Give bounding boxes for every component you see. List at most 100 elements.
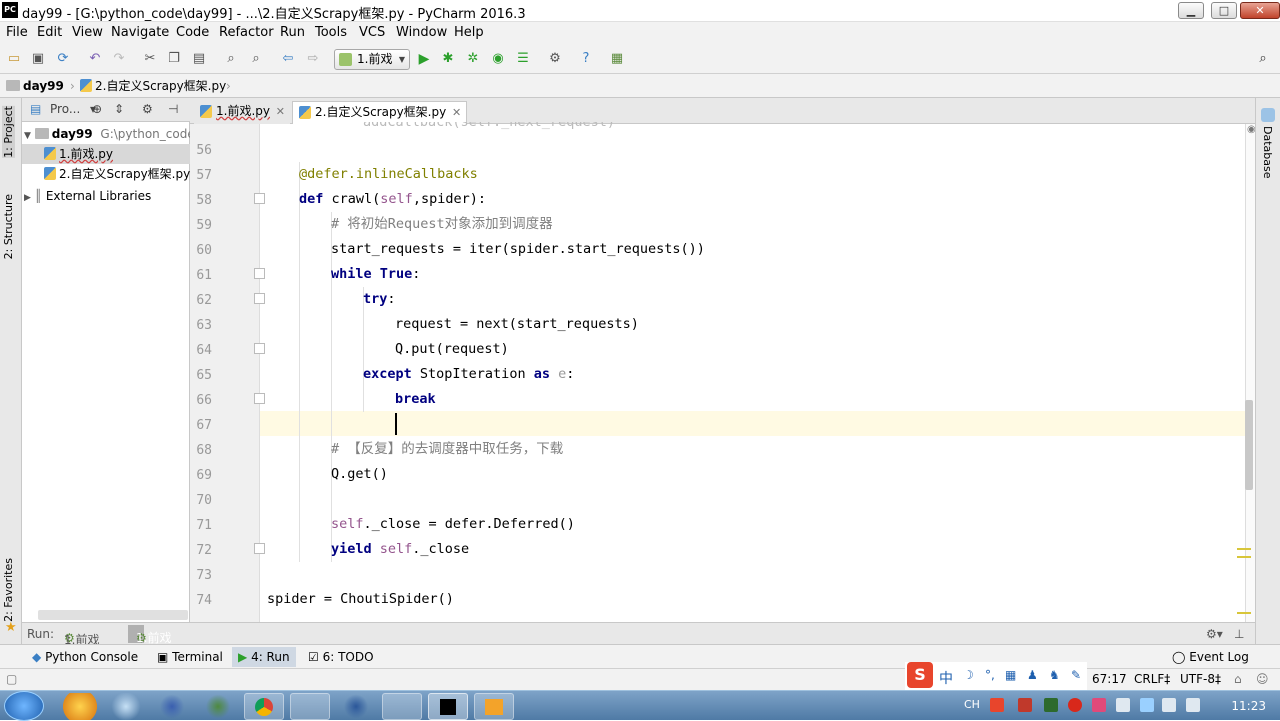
punct-icon[interactable]: °, [985, 668, 995, 682]
breadcrumb-project[interactable]: day99 [6, 78, 64, 96]
menu-tools[interactable]: Tools [315, 25, 347, 40]
project-tool-tab[interactable]: 1: Project [2, 106, 15, 158]
menu-refactor[interactable]: Refactor [219, 25, 274, 40]
plugin-icon[interactable]: ▦ [609, 51, 625, 67]
code-line-62[interactable]: try: [363, 287, 396, 312]
code-line-61[interactable]: while True: [331, 262, 420, 287]
code-line-65[interactable]: except StopIteration as e: [363, 362, 574, 387]
code-line-68[interactable]: # 【反复】的去调度器中取任务，下载 [331, 437, 563, 462]
tray-icon[interactable] [1092, 698, 1106, 712]
sogou-ime-icon[interactable]: S [907, 662, 933, 688]
terminal-tab[interactable]: ▣ Terminal [157, 649, 223, 667]
tray-icon[interactable] [1044, 698, 1058, 712]
warning-marker[interactable] [1237, 612, 1251, 614]
hide-panel-icon[interactable]: ⊥ [1234, 627, 1244, 641]
settings-icon[interactable]: ⚙ [547, 51, 563, 67]
layout-icon[interactable]: ▢ [6, 672, 17, 686]
undo-icon[interactable]: ↶ [87, 51, 103, 67]
tree-file-2[interactable]: 2.自定义Scrapy框架.py [22, 164, 190, 184]
maximize-button[interactable]: □ [1211, 2, 1237, 19]
close-tab-icon[interactable]: ✕ [452, 102, 461, 123]
tray-icon[interactable] [1018, 698, 1032, 712]
back-icon[interactable]: ⇦ [280, 51, 296, 67]
code-line-60[interactable]: start_requests = iter(spider.start_reque… [331, 237, 705, 262]
warning-marker[interactable] [1237, 556, 1251, 558]
collapse-all-icon[interactable]: ⇕ [114, 102, 124, 116]
keyboard-icon[interactable]: ▦ [1005, 668, 1016, 682]
word-icon[interactable] [336, 693, 376, 720]
chrome-icon[interactable] [244, 693, 284, 720]
breadcrumb-file[interactable]: 2.自定义Scrapy框架.py [80, 78, 226, 96]
user-icon[interactable]: ♟ [1027, 668, 1038, 682]
code-line-57[interactable]: @defer.inlineCallbacks [299, 162, 478, 187]
copy-icon[interactable]: ❐ [166, 51, 182, 67]
code-line-59[interactable]: # 将初始Request对象添加到调度器 [331, 212, 553, 237]
replace-icon[interactable]: ⌕ [248, 51, 264, 67]
editor-tab-2[interactable]: 2.自定义Scrapy框架.py ✕ [292, 101, 468, 124]
line-separator[interactable]: CRLF‡ [1134, 672, 1170, 686]
run-configuration-select[interactable]: 1.前戏 ▼ [334, 49, 410, 70]
warning-marker[interactable] [1237, 548, 1251, 550]
volume-icon[interactable] [1186, 698, 1200, 712]
caret-position[interactable]: 67:17 [1092, 672, 1127, 686]
cut-icon[interactable]: ✂ [142, 51, 158, 67]
fold-marker-icon[interactable] [254, 293, 265, 304]
tray-icon[interactable] [1068, 698, 1082, 712]
coverage-icon[interactable]: ✲ [465, 51, 481, 67]
tray-icon[interactable] [1140, 698, 1154, 712]
menu-vcs[interactable]: VCS [359, 25, 385, 40]
fold-marker-icon[interactable] [254, 543, 265, 554]
minimize-button[interactable]: ▁ [1178, 2, 1204, 19]
fold-marker-icon[interactable] [254, 393, 265, 404]
pycharm-taskbar-icon[interactable] [428, 693, 468, 720]
help-icon[interactable]: ? [578, 51, 594, 67]
code-line-74[interactable]: spider = ChoutiSpider() [267, 587, 454, 612]
menu-view[interactable]: View [72, 25, 103, 40]
explorer-icon[interactable] [382, 693, 422, 720]
todo-tab[interactable]: ☑ 6: TODO [308, 649, 374, 667]
open-folder-icon[interactable]: ▭ [6, 51, 22, 67]
menu-code[interactable]: Code [176, 25, 209, 40]
taskbar-app-icon[interactable] [106, 693, 146, 720]
notepad-icon[interactable] [290, 693, 330, 720]
editor-tab-1[interactable]: 1.前戏.py ✕ [194, 101, 290, 124]
search-everywhere-icon[interactable]: ⌕ [1255, 51, 1271, 67]
ime-mode-icon[interactable]: 中 [939, 668, 953, 688]
tree-external-libraries[interactable]: ▶ ║ External Libraries [22, 186, 190, 206]
forward-icon[interactable]: ⇨ [305, 51, 321, 67]
fold-marker-icon[interactable] [254, 343, 265, 354]
project-view-select[interactable]: Pro... [50, 102, 80, 116]
code-line-66[interactable]: break [395, 387, 436, 412]
python-console-tab[interactable]: ◆ Python Console [32, 649, 138, 667]
menu-help[interactable]: Help [454, 25, 484, 40]
concurrency-icon[interactable]: ☰ [515, 51, 531, 67]
code-line-71[interactable]: self._close = defer.Deferred() [331, 512, 575, 537]
error-stripe[interactable]: ◉ [1237, 124, 1256, 622]
close-tab-icon[interactable]: ✕ [276, 101, 285, 122]
taskbar-app-icon[interactable] [60, 693, 100, 720]
vertical-scrollbar-thumb[interactable] [1245, 400, 1253, 490]
run-tab[interactable]: ▶ 4: Run [232, 647, 296, 667]
tray-icon[interactable] [1116, 698, 1130, 712]
event-log-tab[interactable]: ◯ Event Log [1172, 649, 1249, 667]
code-line-63[interactable]: request = next(start_requests) [395, 312, 639, 337]
inspector-icon[interactable]: ☺ [1256, 672, 1269, 686]
tray-icon[interactable] [990, 698, 1004, 712]
redo-icon[interactable]: ↷ [111, 51, 127, 67]
menu-window[interactable]: Window [396, 25, 447, 40]
code-line-72[interactable]: yield self._close [331, 537, 469, 562]
start-button[interactable] [4, 691, 44, 721]
code-line-69[interactable]: Q.get() [331, 462, 388, 487]
skin-icon[interactable]: ♞ [1049, 668, 1060, 682]
file-encoding[interactable]: UTF-8‡ [1180, 672, 1221, 686]
code-line-64[interactable]: Q.put(request) [395, 337, 509, 362]
tree-file-1[interactable]: 1.前戏.py [22, 144, 190, 164]
tools-icon[interactable]: ✎ [1071, 668, 1081, 682]
tree-root[interactable]: ▼ day99 G:\python_code\d [22, 124, 190, 144]
structure-tool-tab[interactable]: 2: Structure [2, 194, 15, 259]
taskbar-clock[interactable]: 11:23 [1231, 699, 1266, 713]
gear-icon[interactable]: ⚙▾ [1206, 627, 1223, 641]
favorites-tool-tab[interactable]: 2: Favorites [2, 558, 15, 622]
run-icon[interactable]: ▶ [416, 51, 432, 67]
close-window-button[interactable]: ✕ [1240, 2, 1280, 19]
